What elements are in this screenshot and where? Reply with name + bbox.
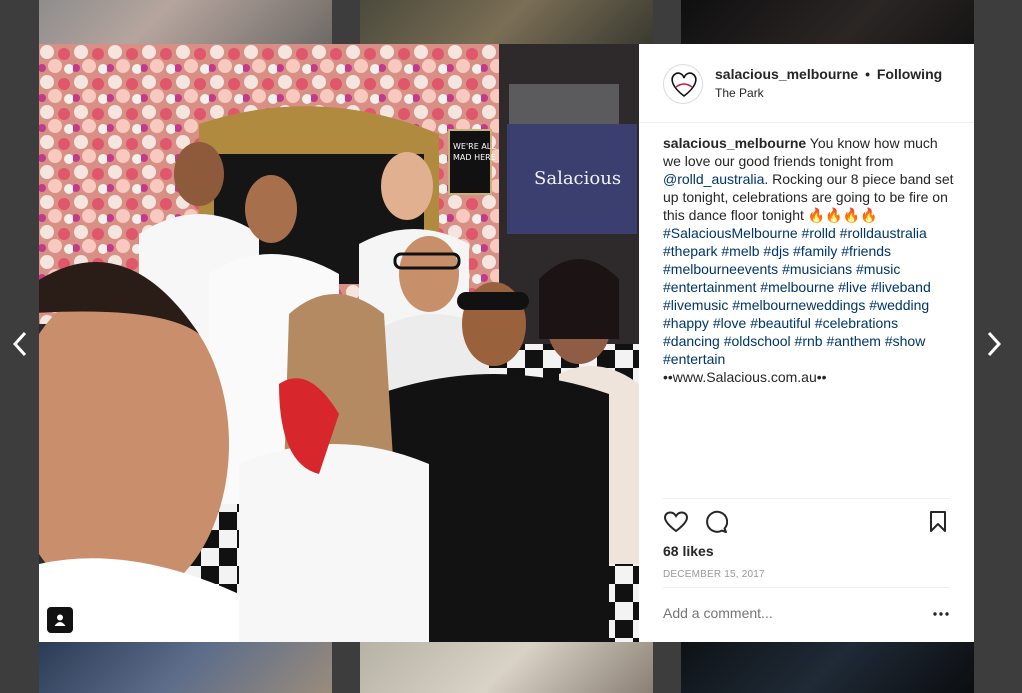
user-tag-button[interactable]: [47, 607, 73, 633]
hashtag-link[interactable]: #melbourneweddings: [732, 297, 865, 313]
action-bar: [663, 509, 950, 535]
hashtag-link[interactable]: #melb: [721, 243, 759, 259]
chevron-left-icon: [12, 331, 27, 357]
avatar[interactable]: [663, 64, 703, 104]
hashtag-link[interactable]: #melbourne: [760, 279, 834, 295]
more-options-button[interactable]: [931, 606, 951, 622]
header-username[interactable]: salacious_melbourne: [715, 66, 858, 82]
hashtag-link[interactable]: #rolld: [802, 225, 836, 241]
group-photo: Salacious WE'RE ALL MAD HERE: [39, 44, 639, 642]
salacious-logo-icon: [671, 72, 697, 98]
hashtag-link[interactable]: #entertain: [663, 351, 725, 367]
hashtag-link[interactable]: #entertainment: [663, 279, 756, 295]
hashtag-link[interactable]: #liveband: [871, 279, 931, 295]
sign-text-line-1: WE'RE ALL: [453, 142, 496, 151]
post-details-panel: salacious_melbourne • Following The Park…: [639, 44, 974, 642]
previous-post-button[interactable]: [6, 328, 34, 360]
hashtag-link[interactable]: #livemusic: [663, 297, 728, 313]
hashtag-link[interactable]: #wedding: [869, 297, 929, 313]
hashtag-link[interactable]: #family: [793, 243, 837, 259]
header-username-row: salacious_melbourne • Following: [715, 66, 942, 82]
following-button[interactable]: Following: [877, 66, 942, 82]
hashtag-link[interactable]: #oldschool: [724, 333, 791, 349]
hashtag-link[interactable]: #love: [713, 315, 746, 331]
bookmark-icon: [930, 511, 946, 532]
post-modal: Salacious WE'RE ALL MAD HERE salacious_m…: [39, 44, 974, 642]
hashtag-link[interactable]: #happy: [663, 315, 709, 331]
more-options-icon: [933, 612, 949, 616]
post-caption: salacious_melbourne You know how much we…: [663, 134, 955, 386]
hashtag-link[interactable]: #SalaciousMelbourne: [663, 225, 798, 241]
banner-text: Salacious: [534, 168, 621, 189]
divider: [663, 587, 950, 588]
divider: [663, 498, 950, 499]
sign-text-line-2: MAD HERE: [453, 153, 496, 162]
website-text: ••www.Salacious.com.au••: [663, 369, 827, 385]
grid-thumbnail[interactable]: [360, 0, 653, 44]
hashtag-link[interactable]: #thepark: [663, 243, 717, 259]
caption-username[interactable]: salacious_melbourne: [663, 135, 806, 151]
hashtag-link[interactable]: #celebrations: [815, 315, 898, 331]
heart-icon: [664, 511, 688, 533]
chevron-right-icon: [987, 331, 1002, 357]
hashtag-link[interactable]: #show: [885, 333, 925, 349]
grid-thumbnail[interactable]: [39, 642, 332, 693]
grid-thumbnail[interactable]: [39, 0, 332, 44]
user-tag-icon: [54, 614, 66, 626]
location-link[interactable]: The Park: [715, 86, 764, 100]
hashtag-link[interactable]: #musicians: [782, 261, 852, 277]
like-button[interactable]: [663, 509, 689, 535]
hashtag-link[interactable]: #live: [838, 279, 867, 295]
hashtag-list: #SalaciousMelbourne #rolld #rolldaustral…: [663, 225, 931, 367]
save-button[interactable]: [925, 509, 951, 535]
hashtag-link[interactable]: #music: [856, 261, 900, 277]
comment-button[interactable]: [703, 509, 729, 535]
hashtag-link[interactable]: #anthem: [826, 333, 880, 349]
post-date: DECEMBER 15, 2017: [663, 569, 765, 580]
hashtag-link[interactable]: #melbourneevents: [663, 261, 778, 277]
grid-thumbnail[interactable]: [681, 0, 974, 44]
separator-dot: •: [865, 66, 870, 82]
comment-icon: [706, 510, 728, 533]
post-header: salacious_melbourne • Following The Park: [639, 44, 974, 123]
post-photo[interactable]: Salacious WE'RE ALL MAD HERE: [39, 44, 639, 642]
hashtag-link[interactable]: #djs: [763, 243, 789, 259]
next-post-button[interactable]: [980, 328, 1008, 360]
hashtag-link[interactable]: #rolldaustralia: [840, 225, 927, 241]
hashtag-link[interactable]: #rnb: [795, 333, 823, 349]
grid-thumbnail[interactable]: [360, 642, 653, 693]
hashtag-link[interactable]: #beautiful: [750, 315, 811, 331]
hashtag-link[interactable]: #dancing: [663, 333, 720, 349]
grid-thumbnail[interactable]: [681, 642, 974, 693]
comment-input[interactable]: [663, 605, 913, 621]
mention-link[interactable]: @rolld_australia: [663, 171, 764, 187]
likes-count[interactable]: 68 likes: [663, 543, 714, 559]
hashtag-link[interactable]: #friends: [841, 243, 891, 259]
